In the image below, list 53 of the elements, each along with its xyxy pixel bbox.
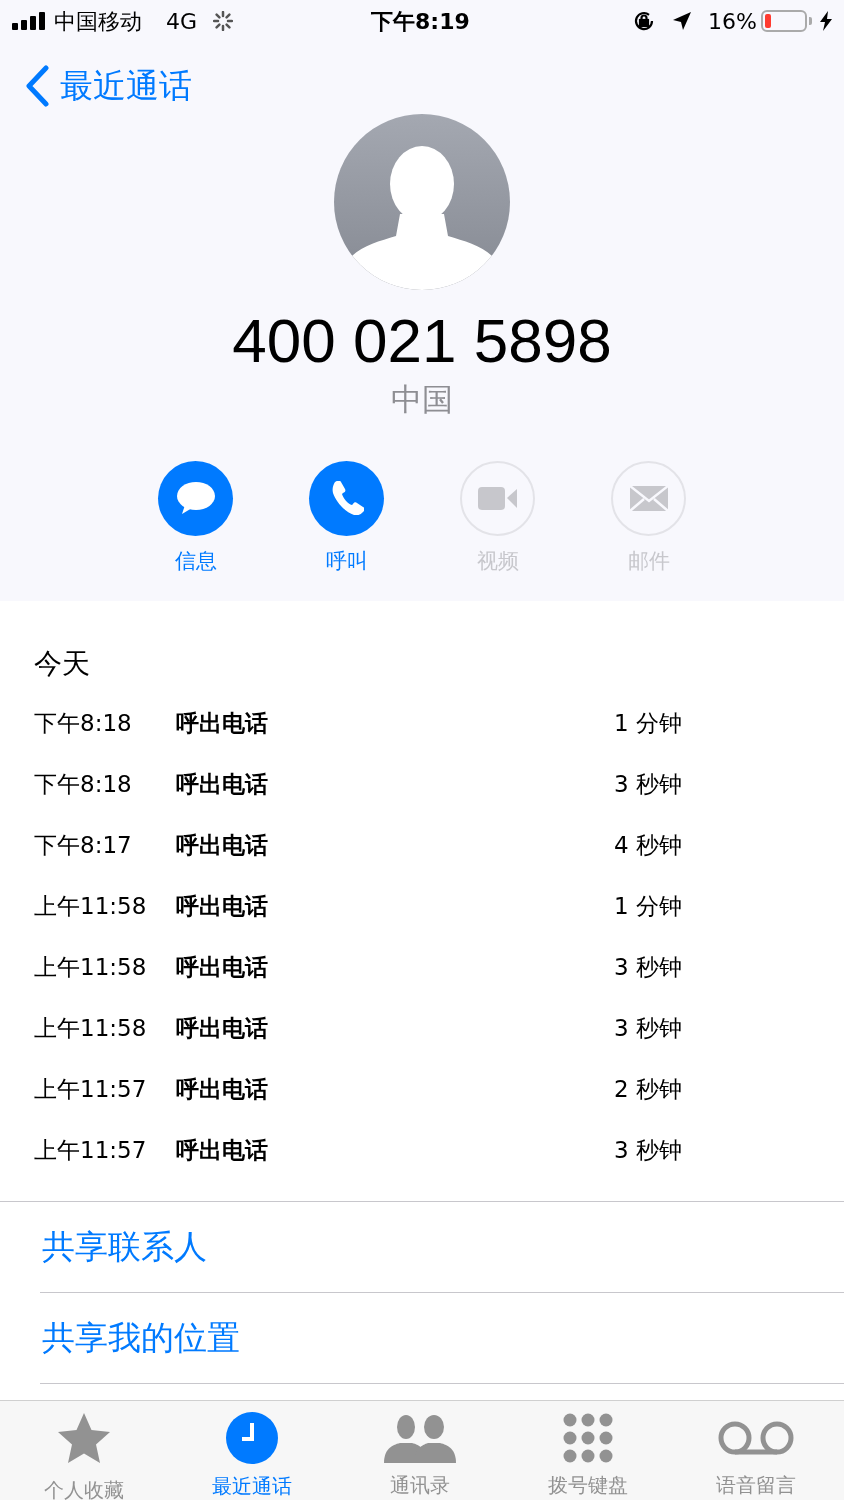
call-time: 上午11:58 — [34, 892, 148, 922]
keypad-icon — [562, 1411, 614, 1464]
call-duration: 2 秒钟 — [614, 1076, 682, 1103]
call-duration: 3 秒钟 — [614, 1015, 682, 1042]
envelope-icon — [629, 485, 668, 511]
call-time: 上午11:57 — [34, 1075, 148, 1105]
region-label: 中国 — [391, 380, 453, 419]
network-type: 4G — [166, 7, 198, 36]
call-type: 呼出电话 — [176, 831, 268, 861]
tab-button[interactable]: 通讯录 — [336, 1401, 504, 1500]
tab-button[interactable]: 拨号键盘 — [504, 1401, 672, 1500]
loading-icon — [213, 11, 234, 31]
charging-icon — [820, 11, 832, 31]
call-time: 上午11:57 — [34, 1136, 148, 1166]
tab-button[interactable]: 个人收藏 — [0, 1401, 168, 1500]
clock-time: 下午8:19 — [371, 7, 470, 36]
call-time: 上午11:58 — [34, 1014, 148, 1044]
call-type: 呼出电话 — [176, 892, 268, 922]
call-time: 下午8:18 — [34, 709, 133, 739]
call-type: 呼出电话 — [176, 1075, 268, 1105]
call-time: 下午8:18 — [34, 770, 133, 800]
call-duration: 3 秒钟 — [614, 1137, 682, 1164]
avatar-icon — [334, 114, 510, 290]
call-time: 上午11:58 — [34, 953, 148, 983]
call-duration: 3 秒钟 — [614, 771, 682, 798]
call-type: 呼出电话 — [176, 1014, 268, 1044]
call-type: 呼出电话 — [176, 709, 268, 739]
call-time: 下午8:17 — [34, 831, 133, 861]
tab-button[interactable]: 语音留言 — [672, 1401, 840, 1500]
people-icon — [384, 1412, 456, 1463]
share-link[interactable]: 共享联系人 — [42, 1202, 207, 1292]
battery-icon — [761, 10, 812, 32]
call-type: 呼出电话 — [176, 953, 268, 983]
clock-icon — [225, 1411, 279, 1465]
call-duration: 3 秒钟 — [614, 954, 682, 981]
signal-icon — [12, 12, 46, 30]
call-duration: 4 秒钟 — [614, 832, 682, 859]
call-type: 呼出电话 — [176, 1136, 268, 1166]
phone-number: 400 021 5898 — [232, 310, 612, 372]
call-type: 呼出电话 — [176, 770, 268, 800]
back-link[interactable]: 最近通话 — [24, 64, 192, 108]
carrier-name: 中国移动 — [54, 7, 142, 36]
video-camera-icon — [478, 486, 517, 510]
location-icon — [672, 11, 693, 31]
back-chevron-icon — [24, 65, 50, 107]
tab-button[interactable]: 最近通话 — [168, 1401, 336, 1500]
section-heading: 今天 — [34, 646, 90, 682]
voicemail-icon — [718, 1419, 794, 1456]
message-bubble-icon — [176, 481, 215, 515]
battery-percentage: 16% — [708, 7, 757, 36]
call-duration: 1 分钟 — [614, 710, 682, 737]
share-link[interactable]: 共享我的位置 — [42, 1293, 240, 1383]
call-duration: 1 分钟 — [614, 893, 682, 920]
